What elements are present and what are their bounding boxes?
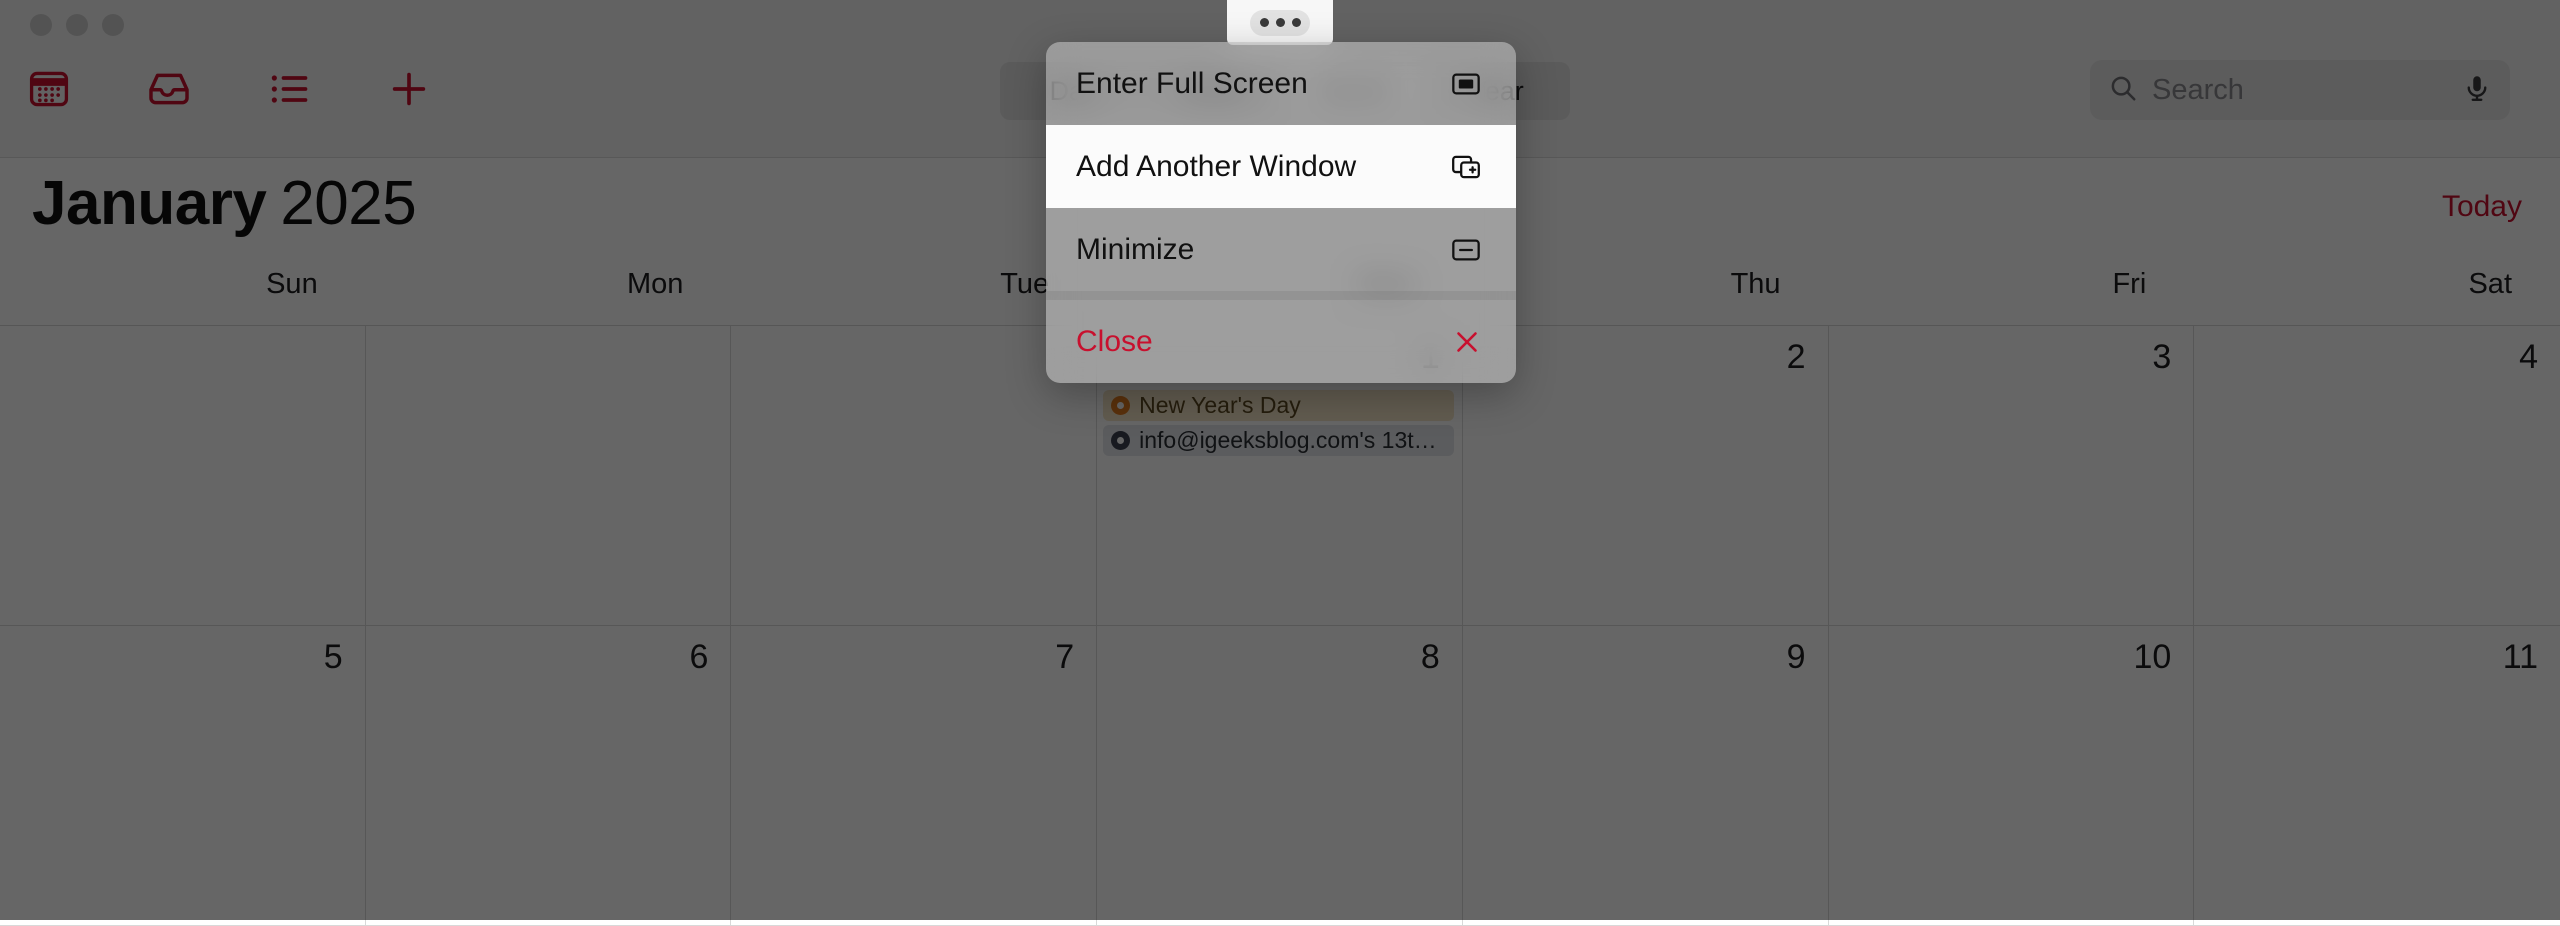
toolbar-icon-group <box>22 62 436 116</box>
menu-separator <box>1046 291 1516 300</box>
weekday-sun: Sun <box>0 270 366 325</box>
weekday-thu: Thu <box>1463 270 1829 325</box>
day-number: 2 <box>1463 340 1828 374</box>
day-number: 10 <box>1829 640 2194 674</box>
calendar-event-chip[interactable]: info@igeeksblog.com's 13t… <box>1103 425 1454 456</box>
day-number: 4 <box>2194 340 2560 374</box>
calendar-day-cell[interactable] <box>366 326 732 626</box>
calendar-day-cell[interactable] <box>0 326 366 626</box>
calendar-day-cell[interactable]: 8 <box>1097 626 1463 926</box>
search-icon <box>2108 73 2138 108</box>
menu-item-label: Close <box>1076 325 1442 359</box>
calendar-icon[interactable] <box>22 62 76 116</box>
day-number: 11 <box>2194 640 2560 674</box>
menu-item-add-another-window[interactable]: Add Another Window <box>1046 125 1516 208</box>
today-button[interactable]: Today <box>2442 190 2522 224</box>
weekday-tue: Tue <box>731 270 1097 325</box>
menu-item-label: Enter Full Screen <box>1076 67 1442 101</box>
day-number: 5 <box>0 640 365 674</box>
day-number: 7 <box>731 640 1096 674</box>
search-input[interactable]: Search <box>2090 60 2510 120</box>
window-dots-button[interactable] <box>1227 0 1333 45</box>
calendar-day-cell[interactable]: 7 <box>731 626 1097 926</box>
window-dots-icon <box>1250 10 1310 36</box>
weekday-fri: Fri <box>1829 270 2195 325</box>
day-number: 6 <box>366 640 731 674</box>
dot-2 <box>1276 18 1285 27</box>
calendar-day-cell[interactable]: 11 <box>2194 626 2560 926</box>
event-color-dot-icon <box>1111 396 1130 415</box>
menu-item-minimize[interactable]: Minimize <box>1046 208 1516 291</box>
menu-item-close[interactable]: Close <box>1046 300 1516 383</box>
year-number: 2025 <box>280 169 416 238</box>
event-title: New Year's Day <box>1139 392 1301 419</box>
plus-icon[interactable] <box>382 62 436 116</box>
window-options-menu: Enter Full Screen Add Another Window Min… <box>1046 42 1516 383</box>
close-x-icon <box>1442 327 1482 357</box>
calendar-day-cell[interactable]: 4 <box>2194 326 2560 626</box>
close-window-button[interactable] <box>30 14 52 36</box>
calendar-day-cell[interactable]: 5 <box>0 626 366 926</box>
microphone-icon[interactable] <box>2462 73 2492 108</box>
calendar-event-chip[interactable]: New Year's Day <box>1103 390 1454 421</box>
calendar-month-grid: 1New Year's Dayinfo@igeeksblog.com's 13t… <box>0 326 2560 920</box>
weekday-mon: Mon <box>366 270 732 325</box>
calendar-day-cell[interactable]: 2 <box>1463 326 1829 626</box>
traffic-light-controls <box>30 14 124 36</box>
dot-1 <box>1260 18 1269 27</box>
full-screen-icon <box>1442 68 1482 100</box>
page-title: January2025 <box>32 168 416 239</box>
search-placeholder: Search <box>2152 74 2448 107</box>
day-number: 8 <box>1097 640 1462 674</box>
month-name: January <box>32 169 266 238</box>
inbox-icon[interactable] <box>142 62 196 116</box>
zoom-window-button[interactable] <box>102 14 124 36</box>
minimize-icon <box>1442 234 1482 266</box>
day-event-list: New Year's Day info@igeeksblog.com's 13t… <box>1097 390 1462 456</box>
list-icon[interactable] <box>262 62 316 116</box>
minimize-window-button[interactable] <box>66 14 88 36</box>
calendar-day-cell[interactable]: 6 <box>366 626 732 926</box>
weekday-sat: Sat <box>2194 270 2560 325</box>
calendar-day-cell[interactable]: 10 <box>1829 626 2195 926</box>
calendar-day-cell[interactable]: 3 <box>1829 326 2195 626</box>
menu-item-enter-full-screen[interactable]: Enter Full Screen <box>1046 42 1516 125</box>
add-window-icon <box>1442 151 1482 183</box>
day-number: 9 <box>1463 640 1828 674</box>
calendar-day-cell[interactable]: 9 <box>1463 626 1829 926</box>
day-number: 3 <box>1829 340 2194 374</box>
event-color-dot-icon <box>1111 431 1130 450</box>
menu-item-label: Add Another Window <box>1076 150 1442 184</box>
calendar-day-cell[interactable] <box>731 326 1097 626</box>
event-title: info@igeeksblog.com's 13t… <box>1139 427 1437 454</box>
dot-3 <box>1292 18 1301 27</box>
menu-item-label: Minimize <box>1076 233 1442 267</box>
